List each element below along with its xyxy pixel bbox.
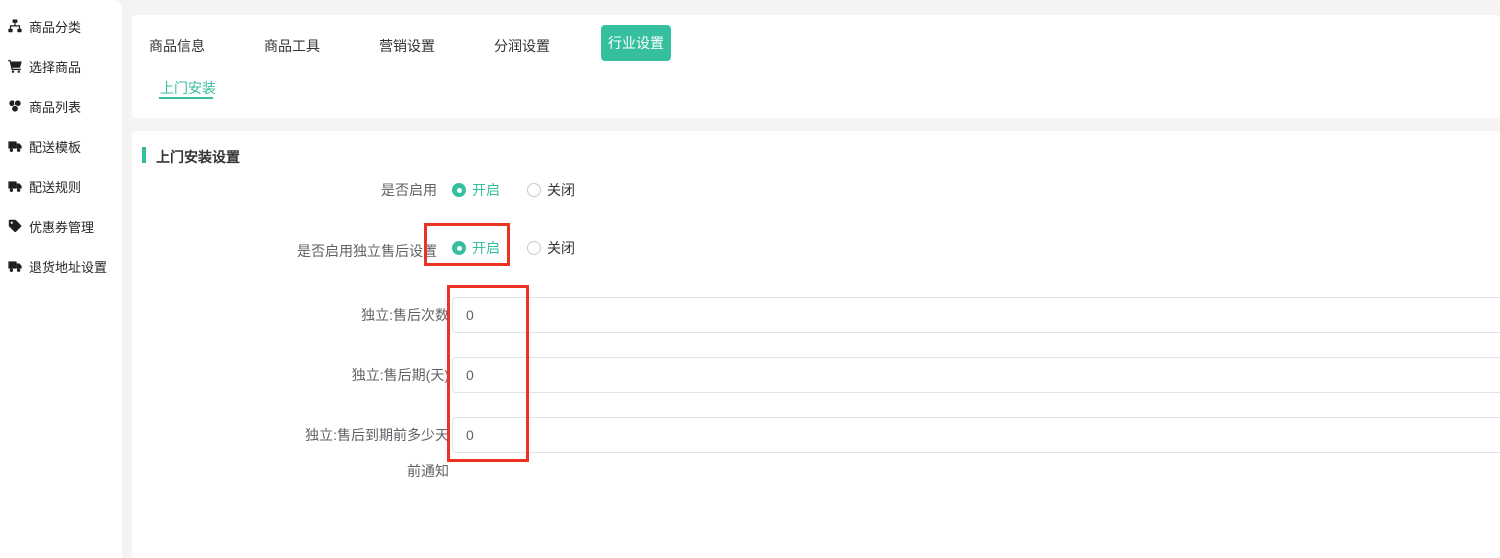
independent-aftersale-off-radio[interactable]: 关闭: [527, 238, 575, 258]
sidebar-item-label: 商品分类: [29, 17, 81, 36]
radio-off-label[interactable]: 关闭: [547, 238, 575, 258]
sidebar-item-return-address-settings[interactable]: 退货地址设置: [8, 256, 107, 276]
truck-icon: [8, 179, 22, 193]
subtab-active-underline: [159, 97, 213, 99]
sitemap-icon: [8, 19, 22, 33]
radio-selected-icon[interactable]: [452, 241, 466, 255]
sidebar-item-delivery-rules[interactable]: 配送规则: [8, 176, 81, 196]
label-line-1: 独立:售后到期前多少天: [305, 427, 449, 443]
sidebar-item-label: 选择商品: [29, 57, 81, 76]
truck-icon: [8, 139, 22, 153]
radio-on-label[interactable]: 开启: [472, 238, 500, 258]
aftersale-count-input[interactable]: [452, 297, 1500, 333]
tab-goods-tools[interactable]: 商品工具: [264, 36, 320, 56]
sidebar-item-label: 优惠券管理: [29, 217, 94, 236]
tab-industry-settings[interactable]: 行业设置: [601, 25, 671, 61]
aftersale-expiry-notice-input[interactable]: [452, 417, 1500, 453]
tab-goods-info[interactable]: 商品信息: [149, 36, 205, 56]
enable-on-radio[interactable]: 开启: [452, 180, 500, 200]
sidebar-item-choose-goods[interactable]: 选择商品: [8, 56, 81, 76]
aftersale-expiry-notice-label: 独立:售后到期前多少天前通知: [240, 417, 449, 489]
section-title: 上门安装设置: [156, 147, 240, 167]
label-line-2: 前通知: [407, 463, 449, 479]
cart-icon: [8, 59, 22, 73]
radio-on-label[interactable]: 开启: [472, 180, 500, 200]
sidebar: 商品分类 选择商品 商品列表 配送模板 配送规则: [0, 0, 122, 558]
enable-off-radio[interactable]: 关闭: [527, 180, 575, 200]
sidebar-item-label: 配送规则: [29, 177, 81, 196]
section-accent-bar: [142, 147, 146, 163]
tabs-card: [132, 15, 1500, 118]
aftersale-period-label: 独立:售后期(天): [240, 357, 449, 393]
tag-icon: [8, 219, 22, 233]
aftersale-period-input[interactable]: [452, 357, 1500, 393]
radio-unselected-icon[interactable]: [527, 183, 541, 197]
tab-profit-settings[interactable]: 分润设置: [494, 36, 550, 56]
sidebar-item-label: 退货地址设置: [29, 257, 107, 276]
tab-marketing-settings[interactable]: 营销设置: [379, 36, 435, 56]
sidebar-item-coupon-management[interactable]: 优惠券管理: [8, 216, 94, 236]
sidebar-item-label: 配送模板: [29, 137, 81, 156]
radio-off-label[interactable]: 关闭: [547, 180, 575, 200]
enable-label: 是否启用: [240, 180, 437, 200]
truck-icon: [8, 259, 22, 273]
enable-independent-aftersale-label: 是否启用独立售后设置: [240, 241, 437, 261]
sidebar-item-label: 商品列表: [29, 97, 81, 116]
spheres-icon: [8, 99, 22, 113]
subtab-door-installation[interactable]: 上门安装: [160, 78, 216, 98]
sidebar-item-goods-list[interactable]: 商品列表: [8, 96, 81, 116]
admin-page: 商品分类 选择商品 商品列表 配送模板 配送规则: [0, 0, 1500, 558]
radio-selected-icon[interactable]: [452, 183, 466, 197]
aftersale-count-label: 独立:售后次数: [240, 297, 449, 333]
independent-aftersale-on-radio[interactable]: 开启: [452, 238, 500, 258]
radio-unselected-icon[interactable]: [527, 241, 541, 255]
sidebar-item-delivery-template[interactable]: 配送模板: [8, 136, 81, 156]
sidebar-item-goods-category[interactable]: 商品分类: [8, 16, 81, 36]
